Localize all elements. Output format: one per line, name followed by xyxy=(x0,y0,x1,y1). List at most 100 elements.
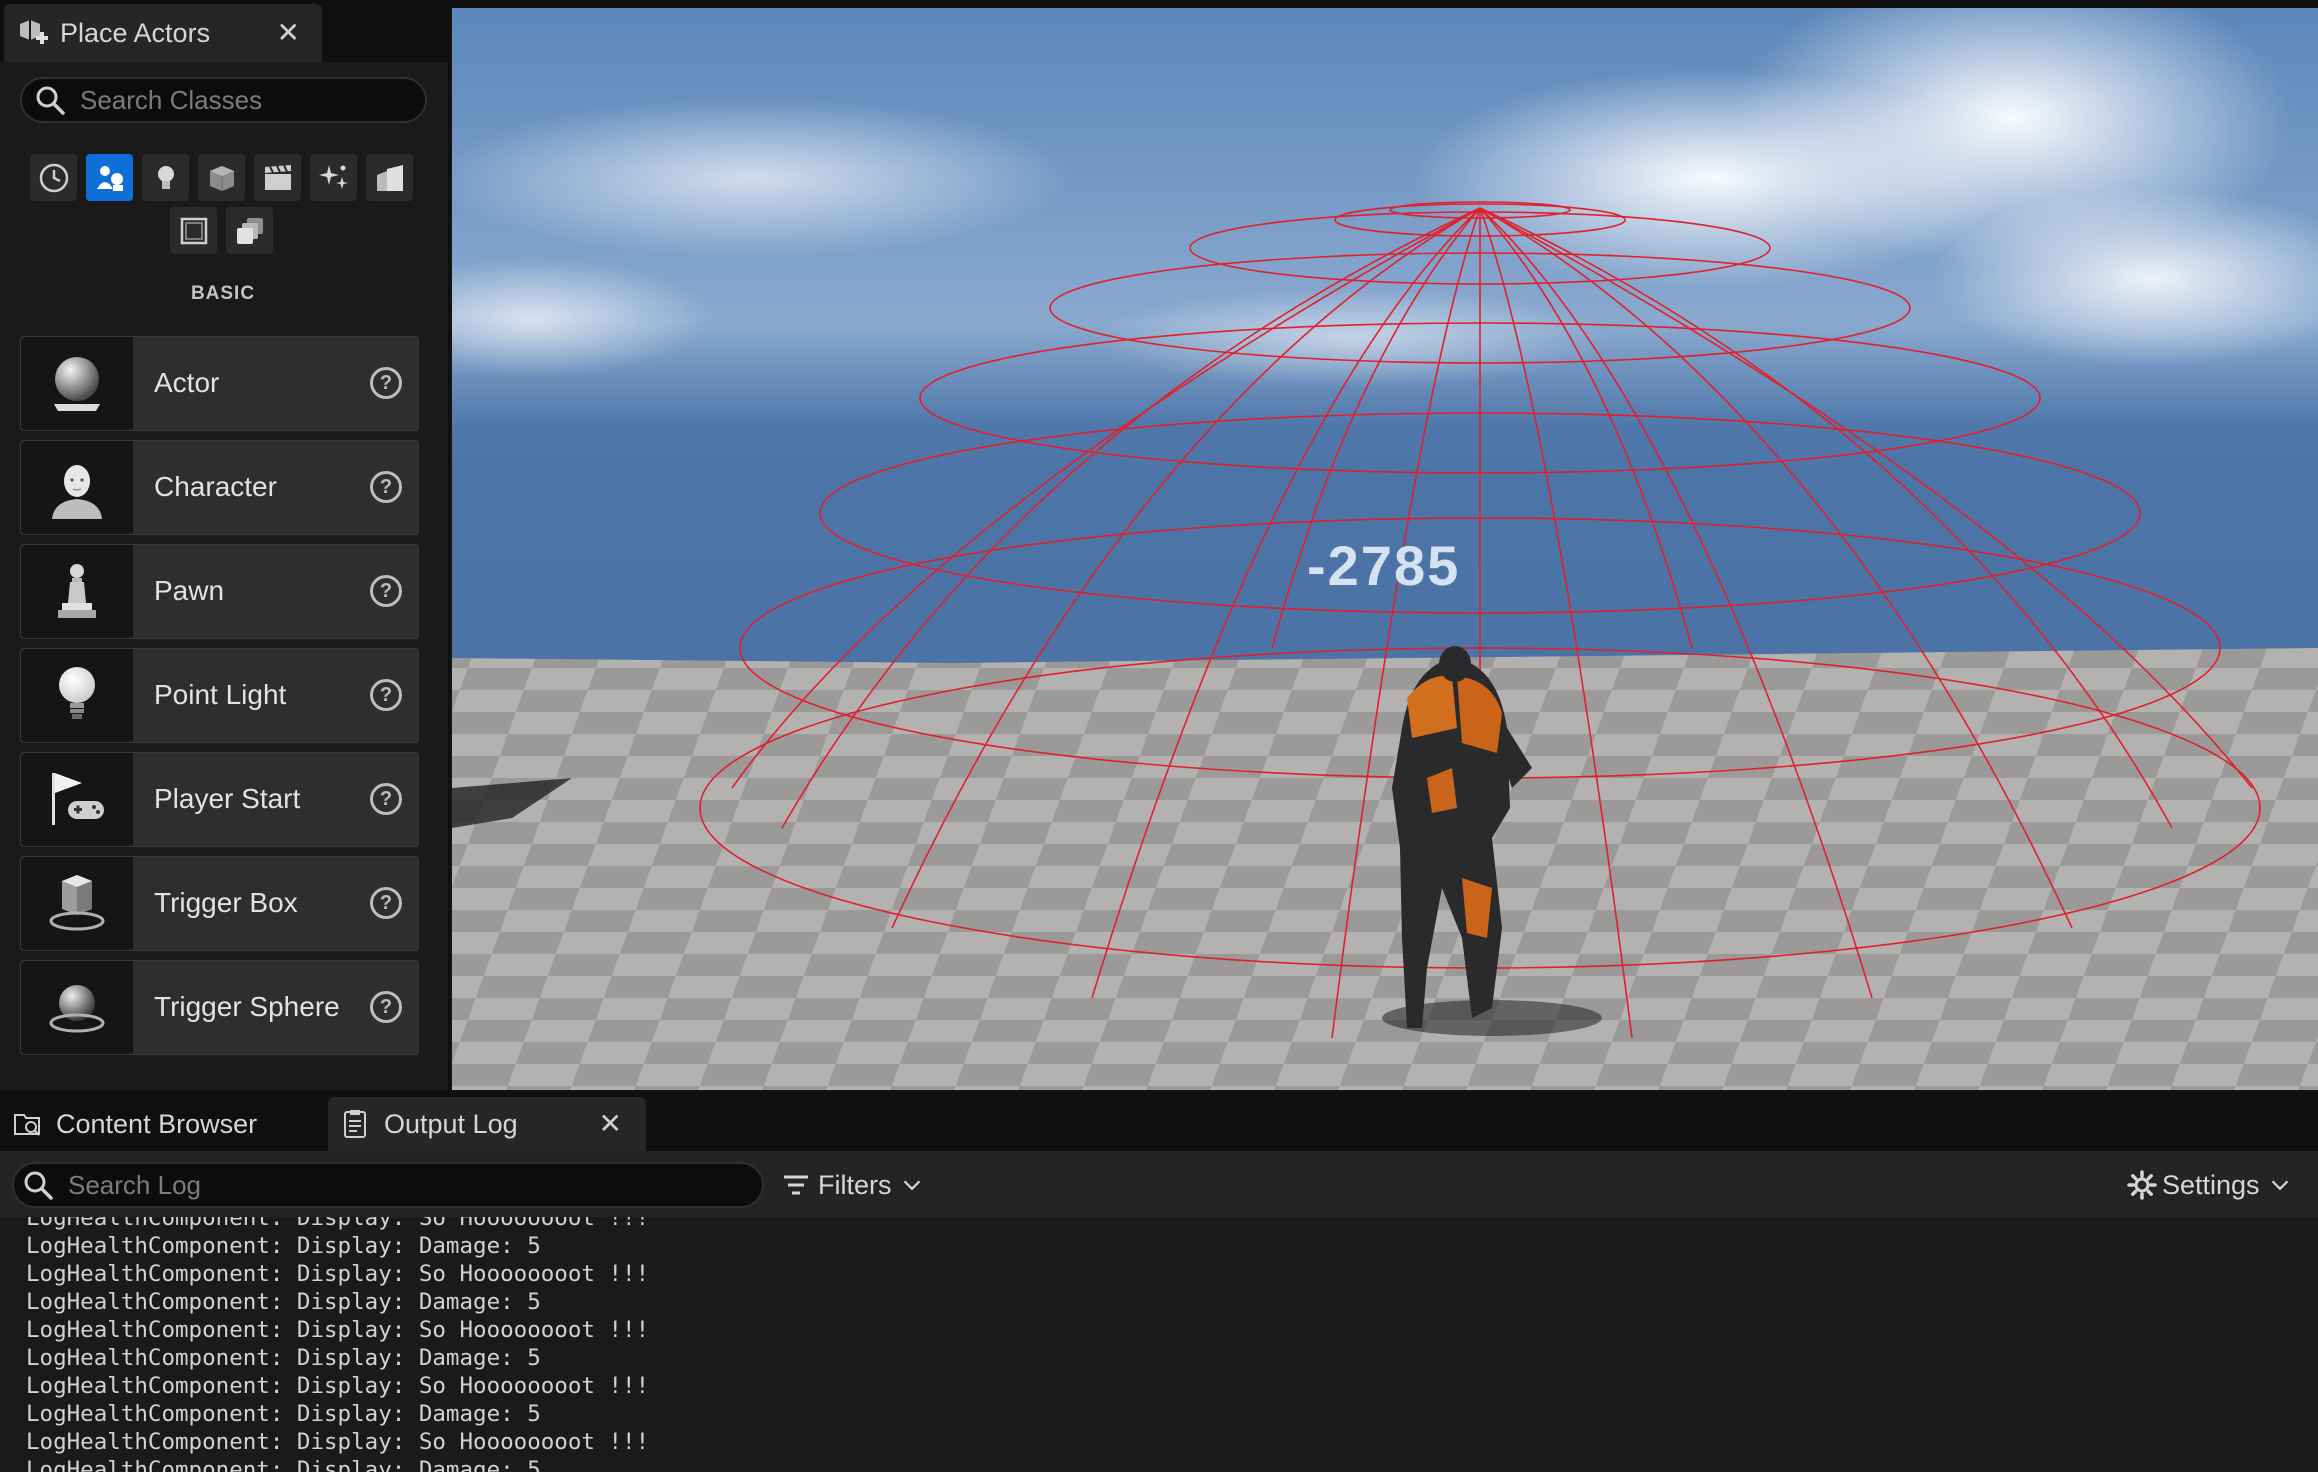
category-row-1 xyxy=(30,154,413,201)
cloud xyxy=(452,98,1072,258)
bottom-panel: Content Browser Output Log ✕ Fi xyxy=(0,1091,2318,1472)
trigger-sphere-icon xyxy=(49,984,105,1032)
category-row-2 xyxy=(170,207,273,254)
actor-item-label: Actor xyxy=(154,367,220,398)
actor-sphere-icon xyxy=(54,356,100,411)
place-actors-tab-label: Place Actors xyxy=(60,17,211,48)
content-browser-icon xyxy=(14,1114,40,1136)
actor-item-label: Trigger Sphere xyxy=(154,991,340,1022)
category-geometry-button[interactable] xyxy=(366,154,413,201)
search-classes-input[interactable] xyxy=(80,84,410,116)
log-line: LogHealthComponent: Display: So Hooooooo… xyxy=(26,1373,650,1399)
checker-floor xyxy=(452,648,2318,1090)
tab-output-log-label: Output Log xyxy=(384,1108,518,1139)
player-start-flag-icon xyxy=(52,772,104,825)
cinematic-icon xyxy=(264,164,291,190)
help-icon[interactable]: ? xyxy=(370,783,402,815)
actor-item-label: Trigger Box xyxy=(154,887,298,918)
log-line: LogHealthComponent: Display: So Hooooooo… xyxy=(26,1317,650,1343)
light-bulb-icon xyxy=(59,666,95,719)
section-title-basic: BASIC xyxy=(190,283,256,304)
log-line: LogHealthComponent: Display: So Hooooooo… xyxy=(26,1429,650,1455)
basic-icon xyxy=(96,165,123,191)
filters-button[interactable]: Filters xyxy=(780,1165,924,1205)
actor-thumb xyxy=(21,753,133,846)
category-cinematic-button[interactable] xyxy=(254,154,301,201)
character-head-icon xyxy=(52,464,102,519)
settings-button[interactable]: Settings xyxy=(2126,1165,2292,1205)
output-log-area[interactable]: LogHealthComponent: Display: So Hooooooo… xyxy=(0,1217,2318,1472)
damage-number-text: -2785 xyxy=(1307,534,1461,597)
close-icon[interactable]: ✕ xyxy=(277,16,300,49)
category-volumes-button[interactable] xyxy=(170,207,217,254)
log-line: LogHealthComponent: Display: So Hooooooo… xyxy=(26,1217,650,1231)
help-icon[interactable]: ? xyxy=(370,679,402,711)
search-classes-box[interactable] xyxy=(20,77,427,123)
pawn-icon xyxy=(58,563,96,618)
actor-item-label: Character xyxy=(154,471,277,502)
log-line: LogHealthComponent: Display: So Hooooooo… xyxy=(26,1261,650,1287)
actor-item-point-light[interactable]: Point Light ? xyxy=(20,648,419,743)
actor-item-trigger-sphere[interactable]: Trigger Sphere ? xyxy=(20,960,419,1055)
place-actors-tabbar: Place Actors ✕ xyxy=(0,0,450,62)
place-actors-icon xyxy=(20,20,48,44)
log-toolbar: Filters Settings xyxy=(0,1151,2318,1217)
actor-item-actor[interactable]: Actor ? xyxy=(20,336,419,431)
category-shapes-button[interactable] xyxy=(198,154,245,201)
place-actors-panel: Place Actors ✕ Search Classes BASIC Acto… xyxy=(0,0,450,1091)
settings-label: Settings xyxy=(2162,1169,2260,1200)
search-icon xyxy=(24,1171,53,1200)
visual-effects-icon xyxy=(318,164,348,189)
help-icon[interactable]: ? xyxy=(370,887,402,919)
tab-content-browser[interactable]: Content Browser xyxy=(0,1097,320,1151)
chevron-down-icon xyxy=(2271,1180,2288,1191)
actor-item-player-start[interactable]: Player Start ? xyxy=(20,752,419,847)
chevron-down-icon xyxy=(903,1180,920,1191)
actor-thumb xyxy=(21,337,133,430)
level-viewport[interactable]: -2785 xyxy=(452,8,2318,1090)
trigger-box-icon xyxy=(49,874,105,930)
recent-icon xyxy=(39,163,68,192)
gear-icon xyxy=(2127,1170,2157,1200)
all-classes-icon xyxy=(236,217,263,244)
actor-thumb xyxy=(21,857,133,950)
log-line: LogHealthComponent: Display: Damage: 5 xyxy=(26,1233,541,1259)
lights-icon xyxy=(157,165,174,189)
category-recent-button[interactable] xyxy=(30,154,77,201)
actor-thumb xyxy=(21,961,133,1054)
log-line: LogHealthComponent: Display: Damage: 5 xyxy=(26,1289,541,1315)
close-icon[interactable]: ✕ xyxy=(599,1107,622,1140)
filter-icon xyxy=(784,1175,808,1195)
output-log-icon xyxy=(344,1110,366,1138)
search-log-input[interactable] xyxy=(68,1169,748,1201)
log-line: LogHealthComponent: Display: Damage: 5 xyxy=(26,1345,541,1371)
category-effects-button[interactable] xyxy=(310,154,357,201)
actor-item-label: Pawn xyxy=(154,575,225,606)
geometry-icon xyxy=(376,164,403,191)
log-line: LogHealthComponent: Display: Damage: 5 xyxy=(26,1457,541,1472)
actor-thumb xyxy=(21,649,133,742)
bottom-tabbar: Content Browser Output Log ✕ xyxy=(0,1091,2318,1151)
help-icon[interactable]: ? xyxy=(370,367,402,399)
search-log-box[interactable] xyxy=(12,1162,764,1208)
category-all-classes-button[interactable] xyxy=(226,207,273,254)
help-icon[interactable]: ? xyxy=(370,991,402,1023)
actor-item-pawn[interactable]: Pawn ? xyxy=(20,544,419,639)
actor-thumb xyxy=(21,545,133,638)
shapes-icon xyxy=(209,165,234,191)
tab-place-actors[interactable]: Place Actors ✕ xyxy=(4,4,322,62)
search-icon xyxy=(36,86,65,115)
actor-item-label: Player Start xyxy=(154,783,301,814)
actor-item-label: Point Light xyxy=(154,679,287,710)
log-line: LogHealthComponent: Display: Damage: 5 xyxy=(26,1401,541,1427)
tab-output-log[interactable]: Output Log ✕ xyxy=(328,1097,646,1151)
help-icon[interactable]: ? xyxy=(370,575,402,607)
actor-item-character[interactable]: Character ? xyxy=(20,440,419,535)
filters-label: Filters xyxy=(818,1169,892,1200)
tab-content-browser-label: Content Browser xyxy=(56,1108,258,1139)
actor-thumb xyxy=(21,441,133,534)
category-basic-button[interactable] xyxy=(86,154,133,201)
category-lights-button[interactable] xyxy=(142,154,189,201)
actor-item-trigger-box[interactable]: Trigger Box ? xyxy=(20,856,419,951)
help-icon[interactable]: ? xyxy=(370,471,402,503)
